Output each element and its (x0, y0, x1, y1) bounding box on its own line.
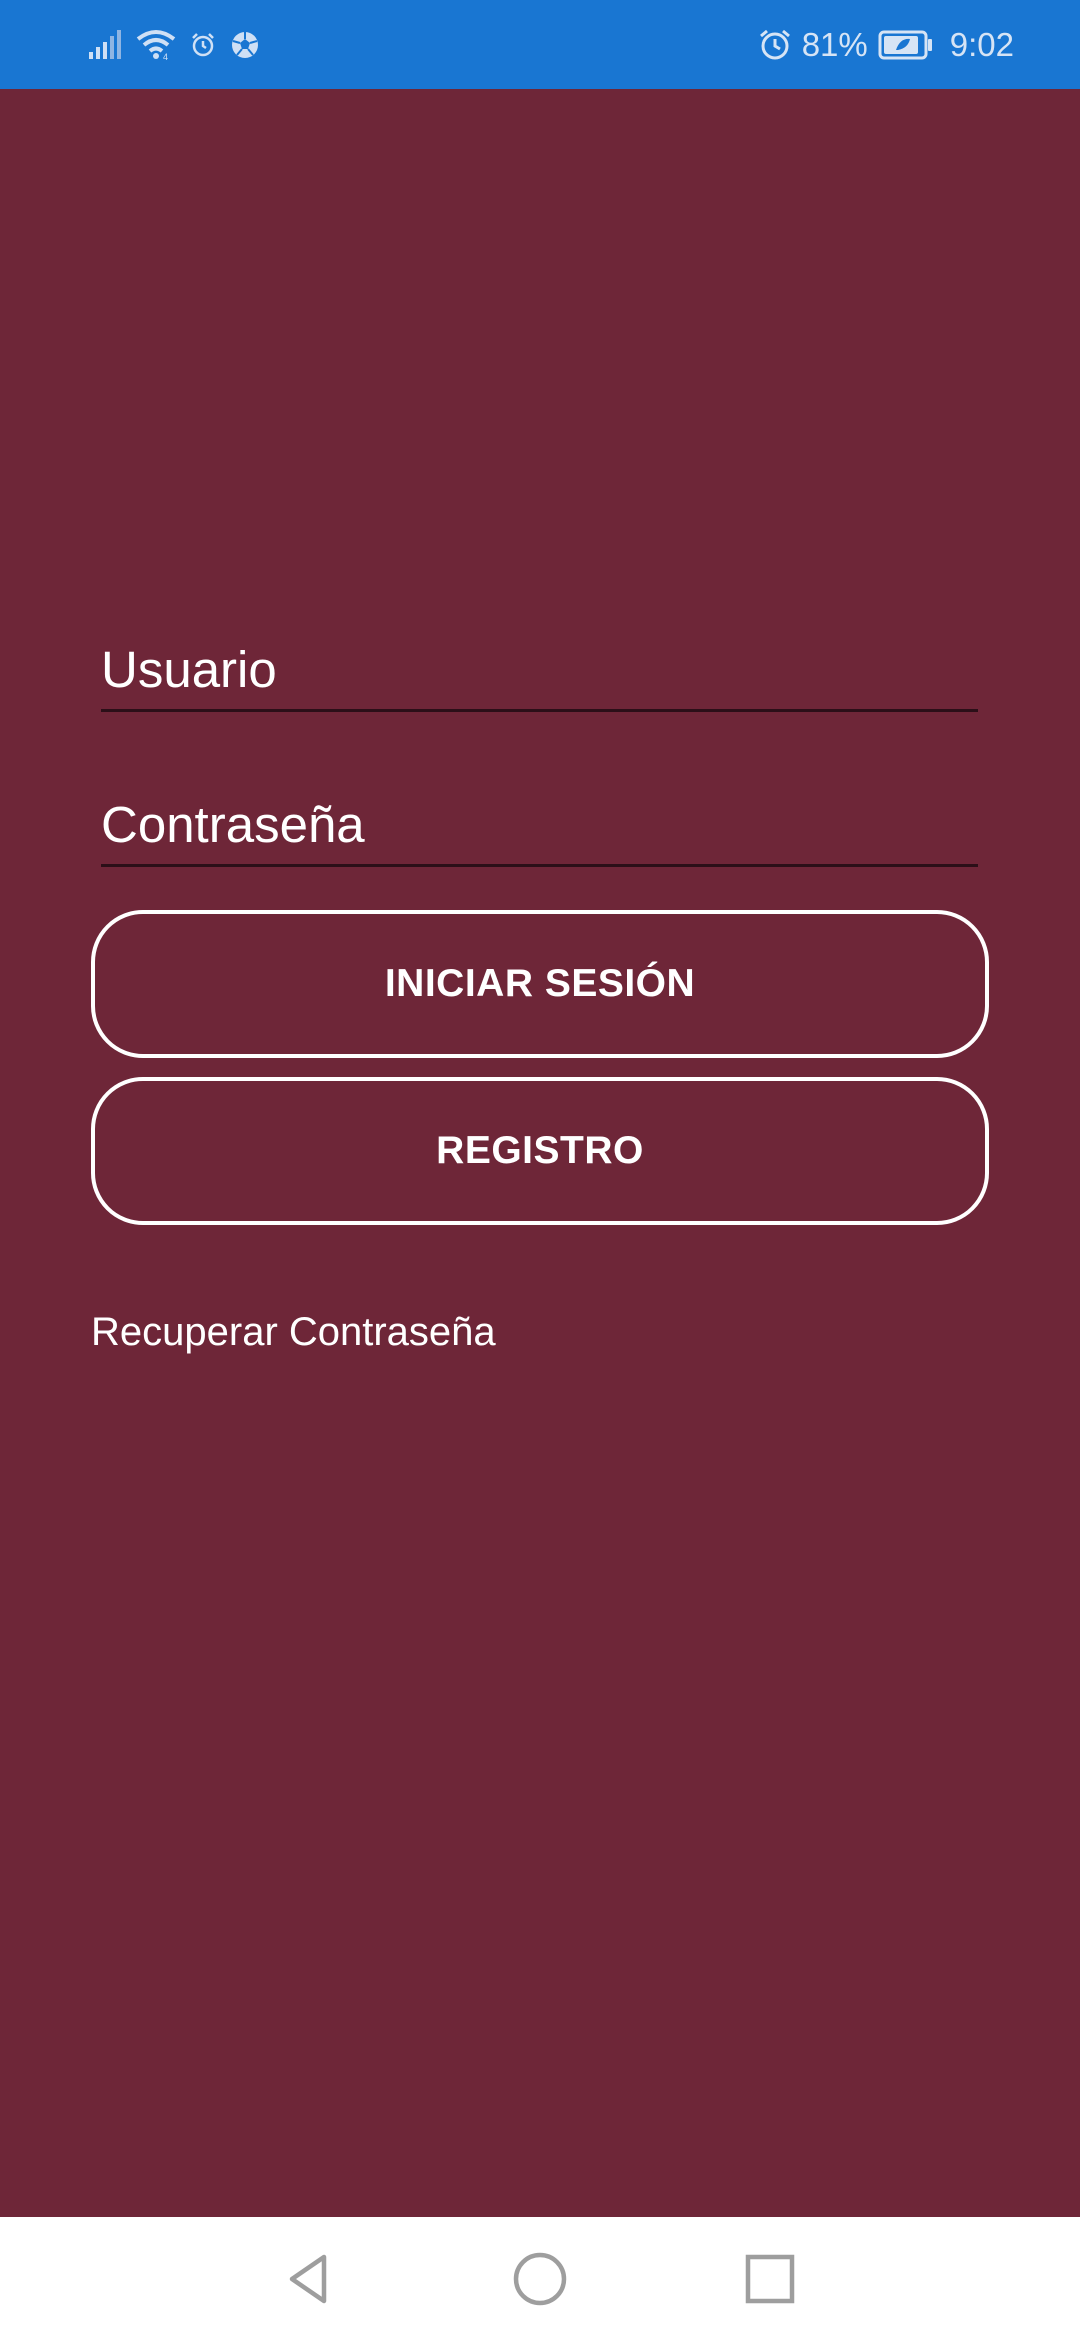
alarm-icon (758, 28, 792, 62)
register-button[interactable]: REGISTRO (91, 1077, 989, 1225)
login-button[interactable]: INICIAR SESIÓN (91, 910, 989, 1058)
wifi-icon: 4 (136, 29, 176, 61)
username-input[interactable] (101, 640, 978, 699)
clock: 9:02 (949, 26, 1014, 63)
svg-text:4: 4 (163, 52, 168, 61)
status-bar: 4 81% 9:02 (0, 0, 1080, 89)
username-field (101, 632, 978, 712)
recover-password-link[interactable]: Recuperar Contraseña (91, 1310, 496, 1355)
password-field (101, 787, 978, 867)
battery-icon (878, 30, 934, 60)
password-input[interactable] (101, 795, 978, 854)
soccer-ball-icon (230, 30, 260, 60)
alarm-small-icon (190, 32, 216, 58)
home-icon[interactable] (508, 2247, 572, 2311)
battery-percent: 81% (801, 26, 868, 63)
register-button-label: REGISTRO (436, 1129, 644, 1172)
back-icon[interactable] (278, 2247, 342, 2311)
status-icons-left: 4 (88, 24, 260, 66)
signal-icon (88, 30, 122, 60)
recents-icon[interactable] (738, 2247, 802, 2311)
status-icons-right: 81% 9:02 (758, 24, 1014, 66)
login-button-label: INICIAR SESIÓN (384, 962, 696, 1005)
login-screen: 4 81% 9:02 Usuario INICIAR SESIÓN REGIST… (0, 0, 1080, 2340)
navigation-bar (0, 2217, 1080, 2340)
